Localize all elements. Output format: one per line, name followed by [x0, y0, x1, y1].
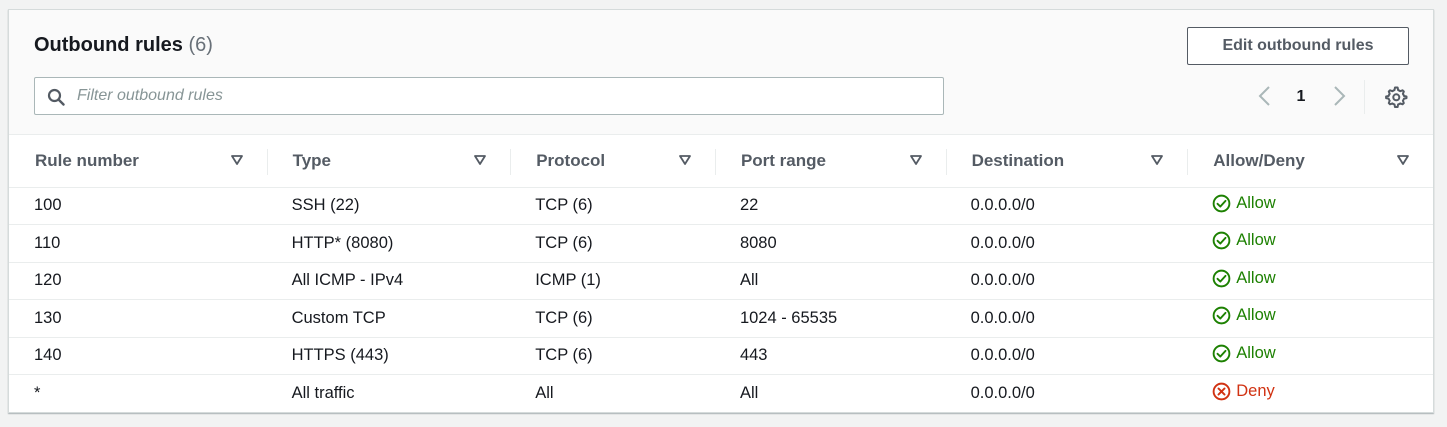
cell-port-range: All: [714, 262, 946, 300]
cell-allow-deny: Allow: [1187, 299, 1433, 338]
cell-destination: 0.0.0.0/0: [945, 187, 1188, 225]
column-header-label: Protocol: [536, 150, 606, 170]
status-label: Allow: [1236, 231, 1276, 250]
cell-port-range: 443: [714, 337, 946, 375]
cell-rule-number: 130: [9, 299, 267, 338]
column-header-label: Rule number: [35, 150, 139, 170]
cell-destination: 0.0.0.0/0: [945, 224, 1188, 263]
table-row: 110 HTTP* (8080) TCP (6) 8080 0.0.0.0/0 Allow: [9, 224, 1433, 263]
column-separator: [266, 149, 268, 175]
check-circle-icon: [1212, 306, 1231, 325]
column-separator: [1187, 149, 1189, 175]
caret-down-icon[interactable]: [679, 155, 691, 165]
column-header-protocol[interactable]: Protocol: [510, 135, 715, 188]
cell-protocol: TCP (6): [510, 299, 715, 338]
caret-down-icon[interactable]: [1151, 155, 1164, 165]
chevron-left-icon[interactable]: [1255, 84, 1275, 108]
column-header-rule-number[interactable]: Rule number: [9, 135, 267, 188]
cell-destination: 0.0.0.0/0: [945, 337, 1188, 375]
status-label: Deny: [1236, 381, 1275, 400]
caret-down-icon[interactable]: [1397, 155, 1409, 165]
pager-divider: [1364, 80, 1365, 114]
table-row: * All traffic All All 0.0.0.0/0 Deny: [9, 375, 1433, 413]
cell-destination: 0.0.0.0/0: [945, 262, 1188, 300]
cell-protocol: All: [535, 384, 554, 402]
caret-down-icon[interactable]: [474, 155, 487, 165]
panel-header: Outbound rules (6) Edit outbound rules 1: [9, 10, 1433, 135]
cell-allow-deny: Allow: [1187, 187, 1433, 225]
cell-rule-number: 100: [9, 187, 267, 225]
cell-allow-deny: Deny: [1187, 375, 1433, 413]
cell-type: HTTPS (443): [266, 337, 511, 375]
table-row: 130 Custom TCP TCP (6) 1024 - 65535 0.0.0.0/…: [9, 299, 1433, 338]
cell-port-range: All: [739, 384, 759, 402]
column-header-destination[interactable]: Destination: [945, 135, 1188, 188]
chevron-right-icon[interactable]: [1329, 84, 1349, 108]
outbound-rules-table: Rule number Type Protocol Port range Des…: [9, 135, 1433, 412]
cell-protocol: TCP (6): [510, 224, 715, 263]
status-indicator: Allow: [1212, 343, 1276, 363]
cell-protocol: TCP (6): [510, 337, 715, 375]
status-indicator: Allow: [1212, 306, 1276, 325]
cell-port-range: 8080: [714, 224, 946, 263]
cell-type: HTTP* (8080): [266, 224, 511, 263]
cell-type: All traffic: [291, 384, 355, 402]
column-header-label: Port range: [740, 150, 826, 170]
panel-title-text: Outbound rules: [34, 34, 183, 56]
status-label: Allow: [1236, 343, 1276, 362]
x-circle-icon: [1212, 382, 1231, 400]
cell-destination: 0.0.0.0/0: [970, 384, 1035, 402]
status-indicator: Allow: [1212, 268, 1276, 288]
check-circle-icon: [1212, 344, 1231, 363]
column-separator: [714, 149, 716, 175]
table-row: 120 All ICMP - IPv4 ICMP (1) All 0.0.0.0/0 Al…: [9, 262, 1433, 300]
status-label: Allow: [1236, 306, 1276, 325]
gear-icon[interactable]: [1384, 85, 1408, 109]
cell-protocol: ICMP (1): [510, 262, 715, 300]
cell-port-range: 22: [714, 187, 946, 225]
status-indicator: Allow: [1212, 231, 1276, 250]
check-circle-icon: [1212, 231, 1231, 250]
column-header-allow-deny[interactable]: Allow/Deny: [1187, 135, 1433, 188]
rule-count: (6): [188, 34, 213, 56]
cell-port-range: 1024 - 65535: [714, 299, 946, 338]
column-header-label: Allow/Deny: [1213, 150, 1305, 170]
check-circle-icon: [1212, 269, 1231, 288]
status-label: Allow: [1236, 193, 1276, 212]
cell-allow-deny: Allow: [1187, 337, 1433, 375]
cell-rule-number: 120: [9, 262, 267, 300]
cell-type: All ICMP - IPv4: [266, 262, 511, 300]
cell-allow-deny: Allow: [1187, 224, 1433, 263]
column-header-label: Destination: [971, 150, 1065, 170]
column-header-port-range[interactable]: Port range: [714, 135, 946, 188]
column-header-label: Type: [292, 150, 332, 170]
status-indicator: Deny: [1212, 382, 1275, 401]
table-row: 140 HTTPS (443) TCP (6) 443 0.0.0.0/0 Allow: [9, 337, 1433, 375]
column-header-type[interactable]: Type: [266, 135, 511, 188]
column-separator: [510, 149, 512, 175]
cell-rule-number: 110: [9, 224, 267, 263]
filter-box: [34, 77, 944, 115]
edit-outbound-rules-button[interactable]: Edit outbound rules: [1187, 27, 1409, 65]
status-label: Allow: [1236, 268, 1276, 287]
outbound-rules-panel: Outbound rules (6) Edit outbound rules 1: [8, 9, 1434, 413]
filter-input[interactable]: [77, 84, 927, 108]
column-separator: [945, 149, 947, 175]
panel-title: Outbound rules (6): [34, 34, 213, 57]
check-circle-icon: [1212, 194, 1231, 213]
cell-protocol: TCP (6): [510, 187, 715, 225]
caret-down-icon[interactable]: [230, 155, 243, 165]
table-row: 100 SSH (22) TCP (6) 22 0.0.0.0/0 Allow: [9, 187, 1433, 225]
cell-type: Custom TCP: [266, 299, 511, 338]
status-indicator: Allow: [1212, 193, 1276, 213]
cell-type: SSH (22): [266, 187, 511, 225]
cell-rule-number: 140: [9, 337, 267, 375]
cell-rule-number: *: [34, 384, 41, 402]
current-page-number[interactable]: 1: [1291, 86, 1311, 108]
table-header-row: Rule number Type Protocol Port range Des…: [9, 135, 1433, 188]
search-icon: [47, 88, 65, 106]
cell-destination: 0.0.0.0/0: [945, 299, 1188, 338]
cell-allow-deny: Allow: [1187, 262, 1433, 300]
caret-down-icon[interactable]: [909, 155, 922, 165]
